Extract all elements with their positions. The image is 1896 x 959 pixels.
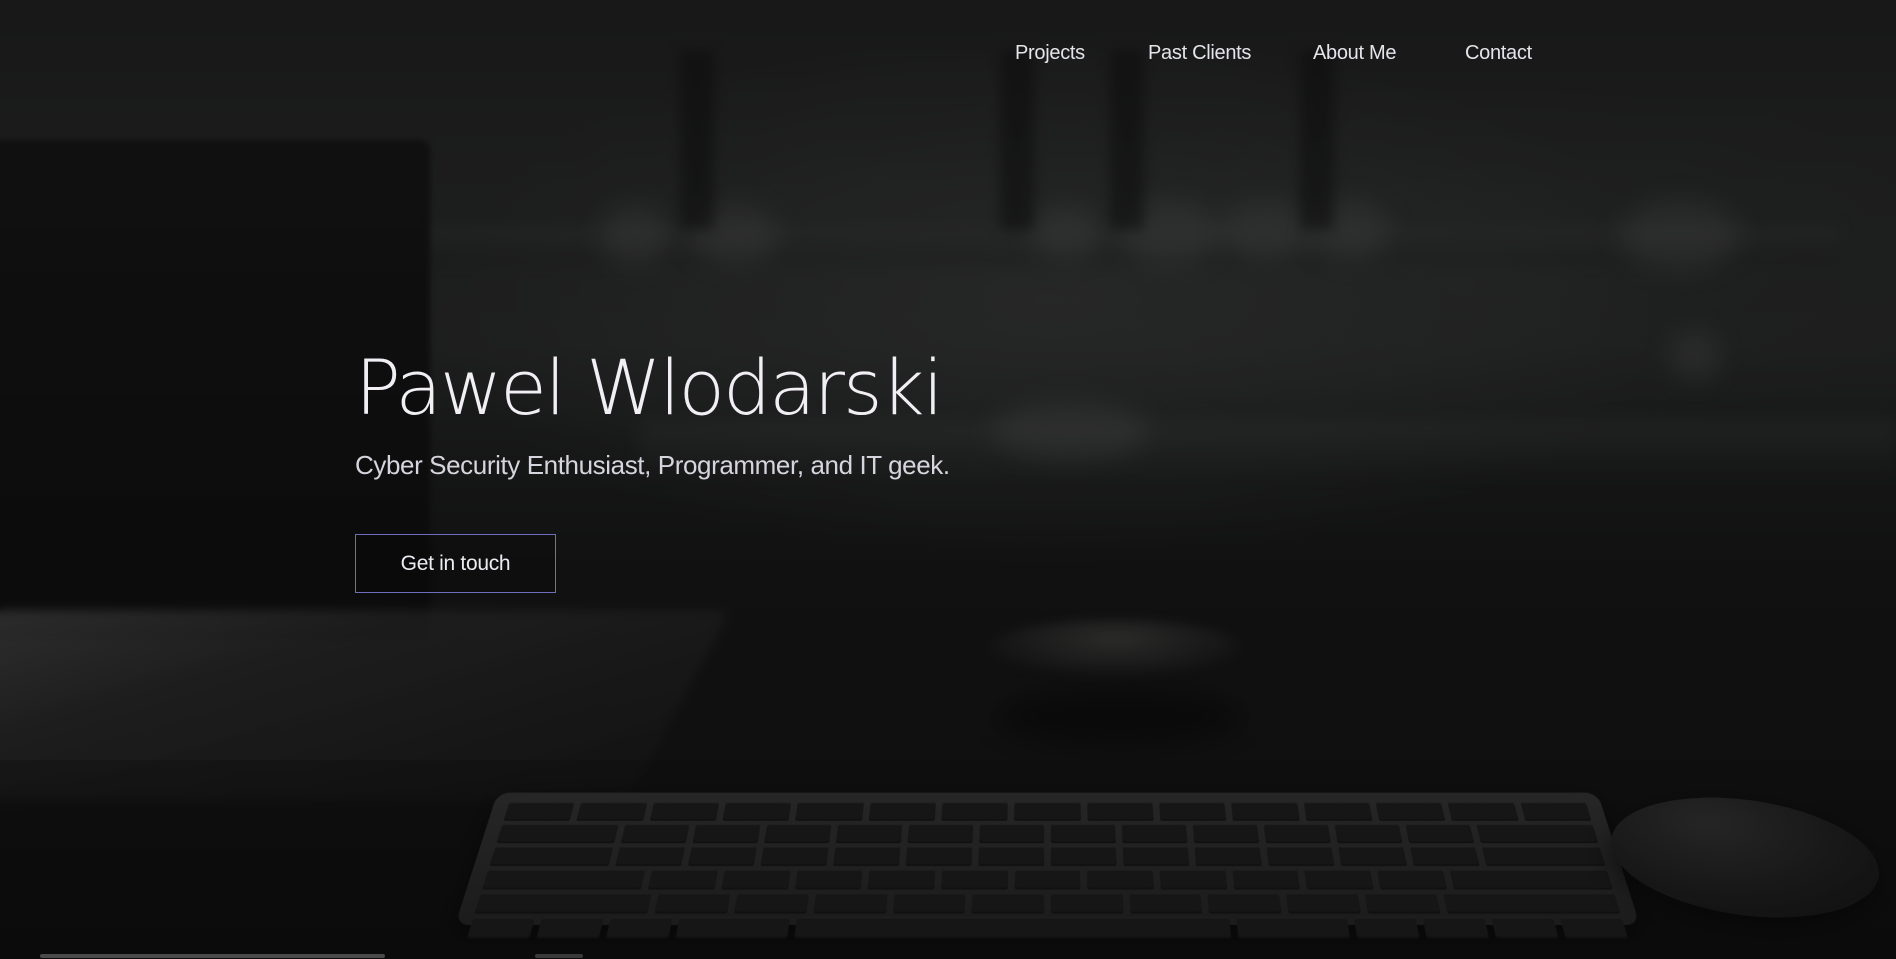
hero-subtitle: Cyber Security Enthusiast, Programmer, a…: [355, 450, 950, 481]
hero-section: Pawel Wlodarski Cyber Security Enthusias…: [355, 350, 950, 481]
nav-link-about-me[interactable]: About Me: [1313, 42, 1396, 65]
hero-title: Pawel Wlodarski: [355, 350, 950, 426]
nav-link-past-clients[interactable]: Past Clients: [1148, 42, 1251, 65]
nav-link-contact[interactable]: Contact: [1465, 42, 1532, 65]
horizontal-scrollbar-thumb[interactable]: [40, 954, 385, 958]
get-in-touch-button[interactable]: Get in touch: [355, 534, 556, 593]
nav-link-projects[interactable]: Projects: [1015, 42, 1085, 65]
horizontal-scrollbar-marker: [535, 954, 583, 958]
